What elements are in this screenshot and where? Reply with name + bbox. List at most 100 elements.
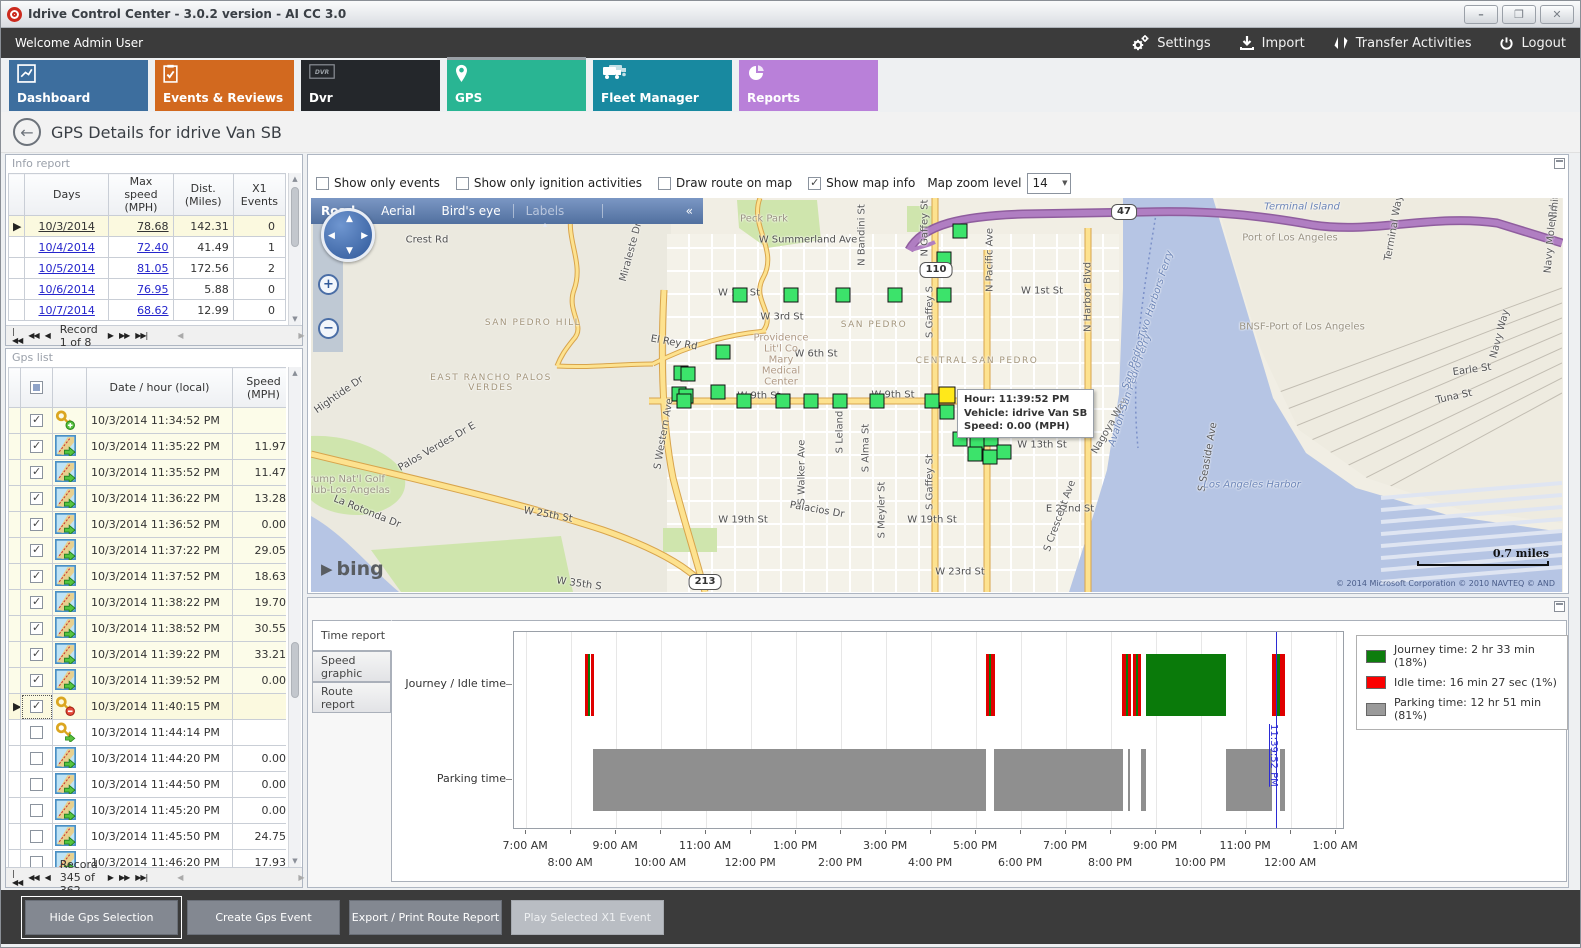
gps-marker[interactable] bbox=[737, 394, 752, 409]
map-view-labels[interactable]: Labels bbox=[526, 204, 565, 218]
settings-button[interactable]: Settings bbox=[1130, 34, 1210, 52]
import-button[interactable]: Import bbox=[1239, 35, 1305, 51]
table-row[interactable]: 10/7/201468.6212.990 bbox=[9, 300, 286, 321]
gps-row[interactable]: 10/3/2014 11:45:20 PM0.00 bbox=[9, 798, 287, 824]
tab-dashboard[interactable]: Dashboard bbox=[9, 60, 148, 111]
gps-pager-hscroll-left[interactable]: ◀ bbox=[177, 873, 182, 882]
max-speed-link[interactable]: 78.68 bbox=[137, 220, 169, 233]
tab-dvr[interactable]: DVRDvr bbox=[301, 60, 440, 111]
info-pager-hscroll-right[interactable]: ▶ bbox=[298, 331, 303, 340]
gps-pager-prev-button[interactable]: ◀ bbox=[45, 873, 50, 882]
gps-marker[interactable] bbox=[804, 394, 819, 409]
gps-marker[interactable] bbox=[953, 224, 968, 239]
logout-button[interactable]: Logout bbox=[1499, 36, 1566, 51]
tab-reports[interactable]: Reports bbox=[739, 60, 878, 111]
gps-marker[interactable] bbox=[997, 445, 1012, 460]
gps-row[interactable]: 10/3/2014 11:44:14 PM bbox=[9, 720, 287, 746]
gps-marker[interactable] bbox=[983, 450, 998, 465]
gps-row[interactable]: 10/3/2014 11:44:20 PM0.00 bbox=[9, 746, 287, 772]
gps-marker[interactable] bbox=[940, 405, 955, 420]
tab-gps[interactable]: GPS bbox=[447, 60, 586, 111]
info-pager-next-button[interactable]: ▶ bbox=[108, 331, 113, 340]
create-gps-event-button[interactable]: Create Gps Event bbox=[187, 900, 340, 935]
gps-row-checkbox[interactable] bbox=[30, 518, 43, 531]
gps-row-checkbox[interactable] bbox=[30, 856, 43, 867]
map-view-aerial[interactable]: Aerial bbox=[381, 204, 415, 218]
info-pager-next-page-button[interactable]: ▶▶ bbox=[119, 331, 129, 340]
gps-row[interactable]: 10/3/2014 11:38:22 PM19.70 bbox=[9, 590, 287, 616]
gps-row[interactable]: 10/3/2014 11:46:20 PM17.93 bbox=[9, 850, 287, 868]
info-pager-first-button[interactable]: |◀◀ bbox=[12, 327, 22, 345]
gps-marker[interactable] bbox=[784, 288, 799, 303]
gps-marker[interactable] bbox=[836, 288, 851, 303]
gps-row-checkbox[interactable] bbox=[30, 492, 43, 505]
show-only-ignition-activities-checkbox[interactable] bbox=[456, 177, 469, 190]
selected-gps-marker[interactable] bbox=[939, 387, 956, 404]
back-button[interactable]: ← bbox=[13, 118, 41, 146]
gps-marker[interactable] bbox=[925, 394, 940, 409]
gps-marker[interactable] bbox=[888, 288, 903, 303]
chart-tab-route-report[interactable]: Route report bbox=[312, 682, 391, 713]
tab-events-reviews[interactable]: Events & Reviews bbox=[155, 60, 294, 111]
gps-marker[interactable] bbox=[733, 288, 748, 303]
gps-row-checkbox[interactable] bbox=[30, 648, 43, 661]
info-pager-prev-button[interactable]: ◀ bbox=[45, 331, 50, 340]
table-row[interactable]: 10/4/201472.4041.491 bbox=[9, 237, 286, 258]
map-bar-collapse-button[interactable]: « bbox=[686, 204, 693, 218]
gps-row-checkbox[interactable] bbox=[30, 804, 43, 817]
gps-row[interactable]: 10/3/2014 11:38:52 PM30.55 bbox=[9, 616, 287, 642]
max-speed-link[interactable]: 81.05 bbox=[137, 262, 169, 275]
gps-row[interactable]: 10/3/2014 11:44:50 PM0.00 bbox=[9, 772, 287, 798]
gps-pager-prev-page-button[interactable]: ◀◀ bbox=[28, 873, 38, 882]
export-print-route-report-button[interactable]: Export / Print Route Report bbox=[349, 900, 502, 935]
gps-pager-next-button[interactable]: ▶ bbox=[108, 873, 113, 882]
map-option-draw-route-on-map[interactable]: Draw route on map bbox=[658, 176, 792, 190]
gps-row-checkbox[interactable] bbox=[30, 622, 43, 635]
show-only-events-checkbox[interactable] bbox=[316, 177, 329, 190]
gps-row[interactable]: 10/3/2014 11:36:22 PM13.28 bbox=[9, 486, 287, 512]
info-pager-hscroll-left[interactable]: ◀ bbox=[177, 331, 182, 340]
gps-row[interactable]: 10/3/2014 11:37:22 PM29.05 bbox=[9, 538, 287, 564]
table-row[interactable]: 10/5/201481.05172.562 bbox=[9, 258, 286, 279]
hide-gps-selection-button[interactable]: Hide Gps Selection bbox=[25, 900, 178, 935]
gps-pager-hscroll-right[interactable]: ▶ bbox=[298, 873, 303, 882]
map-view-bird-s-eye[interactable]: Bird's eye bbox=[442, 204, 501, 218]
info-pager-last-button[interactable]: ▶▶| bbox=[135, 331, 147, 340]
play-selected-x1-event-button[interactable]: Play Selected X1 Event bbox=[511, 900, 664, 935]
tab-fleet-manager[interactable]: Fleet Manager bbox=[593, 60, 732, 111]
day-link[interactable]: 10/6/2014 bbox=[38, 283, 94, 296]
gps-marker[interactable] bbox=[968, 447, 983, 462]
max-speed-link[interactable]: 72.40 bbox=[137, 241, 169, 254]
chart-panel-restore-icon[interactable] bbox=[1554, 601, 1565, 612]
gps-row-checkbox[interactable] bbox=[30, 726, 43, 739]
gps-pager-next-page-button[interactable]: ▶▶ bbox=[119, 873, 129, 882]
day-link[interactable]: 10/7/2014 bbox=[38, 304, 94, 317]
gps-row-checkbox[interactable] bbox=[30, 414, 43, 427]
gps-row-checkbox[interactable] bbox=[30, 830, 43, 843]
chart-tab-time-report[interactable]: Time report bbox=[312, 620, 392, 651]
map-option-show-only-ignition-activities[interactable]: Show only ignition activities bbox=[456, 176, 642, 190]
gps-row[interactable]: 10/3/2014 11:36:52 PM0.00 bbox=[9, 512, 287, 538]
gps-row-checkbox[interactable] bbox=[30, 700, 43, 713]
map-canvas[interactable]: Crest RdW Summerland AvePeck ParkW 1st S… bbox=[311, 198, 1563, 592]
gps-row[interactable]: 10/3/2014 11:45:50 PM24.75 bbox=[9, 824, 287, 850]
gps-row[interactable]: 10/3/2014 11:37:52 PM18.63 bbox=[9, 564, 287, 590]
gps-row-checkbox[interactable] bbox=[30, 674, 43, 687]
gps-row[interactable]: 10/3/2014 11:35:22 PM11.97 bbox=[9, 434, 287, 460]
map-zoom-in-button[interactable]: + bbox=[318, 274, 339, 295]
map-panel-restore-icon[interactable] bbox=[1554, 158, 1565, 169]
close-button[interactable]: ✕ bbox=[1540, 5, 1574, 24]
gps-marker[interactable] bbox=[937, 288, 952, 303]
gps-marker[interactable] bbox=[833, 394, 848, 409]
gps-marker[interactable] bbox=[776, 394, 791, 409]
map-compass[interactable]: ▲▼ ◀▶ bbox=[321, 208, 375, 262]
draw-route-on-map-checkbox[interactable] bbox=[658, 177, 671, 190]
show-map-info-checkbox[interactable] bbox=[808, 177, 821, 190]
gps-pager-first-button[interactable]: |◀◀ bbox=[12, 869, 22, 887]
gps-marker[interactable] bbox=[677, 394, 692, 409]
max-speed-link[interactable]: 68.62 bbox=[137, 304, 169, 317]
gps-row-checkbox[interactable] bbox=[30, 544, 43, 557]
gps-row-checkbox[interactable] bbox=[30, 752, 43, 765]
gps-list-scrollbar[interactable]: ▲▼ bbox=[288, 367, 301, 867]
gps-pager-last-button[interactable]: ▶▶| bbox=[135, 873, 147, 882]
